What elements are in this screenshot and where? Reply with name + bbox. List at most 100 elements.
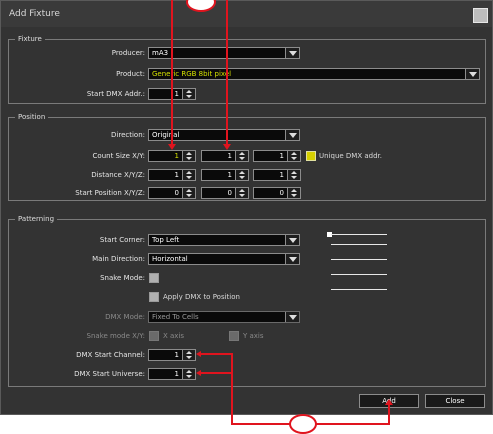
start-dmx-value: 1 xyxy=(174,90,179,98)
producer-label: Producer: xyxy=(111,49,145,57)
spinner-arrows-icon[interactable] xyxy=(182,89,195,99)
unique-dmx-checkbox[interactable] xyxy=(306,151,316,161)
dmx-start-channel-label: DMX Start Channel: xyxy=(76,351,145,359)
dmx-start-channel-value: 1 xyxy=(174,351,179,359)
spinner-arrows-icon[interactable] xyxy=(182,170,195,180)
annotation-circle xyxy=(289,414,317,434)
start-position-label: Start Position X/Y/Z: xyxy=(75,189,145,197)
dmx-mode-dropdown[interactable]: Fixed To Cells xyxy=(148,311,300,323)
distance-x-value: 1 xyxy=(174,171,179,179)
start-corner-value: Top Left xyxy=(152,236,180,244)
preview-line xyxy=(331,234,387,235)
product-dropdown[interactable]: Generic RGB 8bit pixel xyxy=(148,68,480,80)
spinner-arrows-icon[interactable] xyxy=(182,369,195,379)
annotation-line xyxy=(226,0,228,146)
spinner-arrows-icon[interactable] xyxy=(287,151,300,161)
count-size-y-value: 1 xyxy=(227,152,232,160)
spinner-arrows-icon[interactable] xyxy=(287,188,300,198)
distance-z-spinner[interactable]: 1 xyxy=(253,169,301,181)
apply-dmx-checkbox[interactable] xyxy=(149,292,159,302)
main-direction-value: Horizontal xyxy=(152,255,188,263)
direction-label: Direction: xyxy=(111,131,145,139)
annotation-arrow xyxy=(385,399,393,405)
direction-value: Original xyxy=(152,131,180,139)
start-dmx-label: Start DMX Addr.: xyxy=(86,90,145,98)
unique-dmx-label: Unique DMX addr. xyxy=(319,152,383,160)
close-button[interactable]: Close xyxy=(425,394,485,408)
dmx-mode-label: DMX Mode: xyxy=(105,313,145,321)
product-value: Generic RGB 8bit pixel xyxy=(152,70,232,78)
annotation-arrow xyxy=(196,351,201,357)
annotation-arrow xyxy=(196,370,201,376)
snake-mode-xy-label: Snake mode X/Y: xyxy=(86,332,145,340)
spinner-arrows-icon[interactable] xyxy=(182,188,195,198)
start-position-x-spinner[interactable]: 0 xyxy=(148,187,196,199)
spinner-arrows-icon[interactable] xyxy=(287,170,300,180)
dmx-start-universe-label: DMX Start Universe: xyxy=(74,370,145,378)
preview-line xyxy=(331,244,387,245)
distance-y-spinner[interactable]: 1 xyxy=(201,169,249,181)
annotation-arrow xyxy=(223,144,231,150)
close-icon[interactable] xyxy=(473,8,488,23)
distance-label: Distance X/Y/Z: xyxy=(91,171,145,179)
dmx-start-universe-spinner[interactable]: 1 xyxy=(148,368,196,380)
chevron-down-icon[interactable] xyxy=(285,254,299,264)
snake-x-label: X axis xyxy=(163,332,185,340)
annotation-line xyxy=(314,423,389,425)
main-direction-dropdown[interactable]: Horizontal xyxy=(148,253,300,265)
distance-x-spinner[interactable]: 1 xyxy=(148,169,196,181)
position-group-label: Position xyxy=(15,113,49,122)
chevron-down-icon[interactable] xyxy=(465,69,479,79)
preview-line xyxy=(331,274,387,275)
count-size-z-value: 1 xyxy=(279,152,284,160)
annotation-line xyxy=(231,423,291,425)
start-position-y-value: 0 xyxy=(227,189,232,197)
start-position-z-value: 0 xyxy=(279,189,284,197)
start-corner-dropdown[interactable]: Top Left xyxy=(148,234,300,246)
dmx-mode-value: Fixed To Cells xyxy=(152,313,199,321)
count-size-z-spinner[interactable]: 1 xyxy=(253,150,301,162)
spinner-arrows-icon[interactable] xyxy=(235,170,248,180)
start-position-z-spinner[interactable]: 0 xyxy=(253,187,301,199)
start-position-y-spinner[interactable]: 0 xyxy=(201,187,249,199)
snake-mode-label: Snake Mode: xyxy=(100,274,145,282)
count-size-label: Count Size X/Y: xyxy=(92,152,145,160)
distance-y-value: 1 xyxy=(227,171,232,179)
preview-line xyxy=(331,259,387,260)
annotation-arrow xyxy=(168,144,176,150)
window-title: Add Fixture xyxy=(9,9,60,19)
count-size-y-spinner[interactable]: 1 xyxy=(201,150,249,162)
annotation-line xyxy=(231,353,233,425)
spinner-arrows-icon[interactable] xyxy=(235,188,248,198)
dmx-start-channel-spinner[interactable]: 1 xyxy=(148,349,196,361)
chevron-down-icon[interactable] xyxy=(285,312,299,322)
title-bar: Add Fixture xyxy=(1,1,492,27)
dmx-start-universe-value: 1 xyxy=(174,370,179,378)
snake-y-checkbox[interactable] xyxy=(229,331,239,341)
apply-dmx-label: Apply DMX to Position xyxy=(163,293,240,301)
chevron-down-icon[interactable] xyxy=(285,235,299,245)
snake-y-label: Y axis xyxy=(243,332,264,340)
chevron-down-icon[interactable] xyxy=(285,48,299,58)
annotation-line xyxy=(388,404,390,425)
annotation-line xyxy=(199,372,232,374)
spinner-arrows-icon[interactable] xyxy=(235,151,248,161)
spinner-arrows-icon[interactable] xyxy=(182,350,195,360)
start-corner-label: Start Corner: xyxy=(99,236,145,244)
chevron-down-icon[interactable] xyxy=(285,130,299,140)
distance-z-value: 1 xyxy=(279,171,284,179)
count-size-x-value: 1 xyxy=(174,152,179,160)
spinner-arrows-icon[interactable] xyxy=(182,151,195,161)
fixture-group-label: Fixture xyxy=(15,35,45,44)
snake-x-checkbox[interactable] xyxy=(149,331,159,341)
snake-mode-checkbox[interactable] xyxy=(149,273,159,283)
product-label: Product: xyxy=(116,70,145,78)
annotation-line xyxy=(171,0,173,146)
annotation-line xyxy=(199,353,232,355)
patterning-group-label: Patterning xyxy=(15,215,58,224)
preview-line xyxy=(331,289,387,290)
main-direction-label: Main Direction: xyxy=(92,255,145,263)
count-size-x-spinner[interactable]: 1 xyxy=(148,150,196,162)
add-fixture-dialog: Add Fixture Fixture Producer: mA3 Produc… xyxy=(0,0,493,415)
producer-value: mA3 xyxy=(152,49,169,57)
